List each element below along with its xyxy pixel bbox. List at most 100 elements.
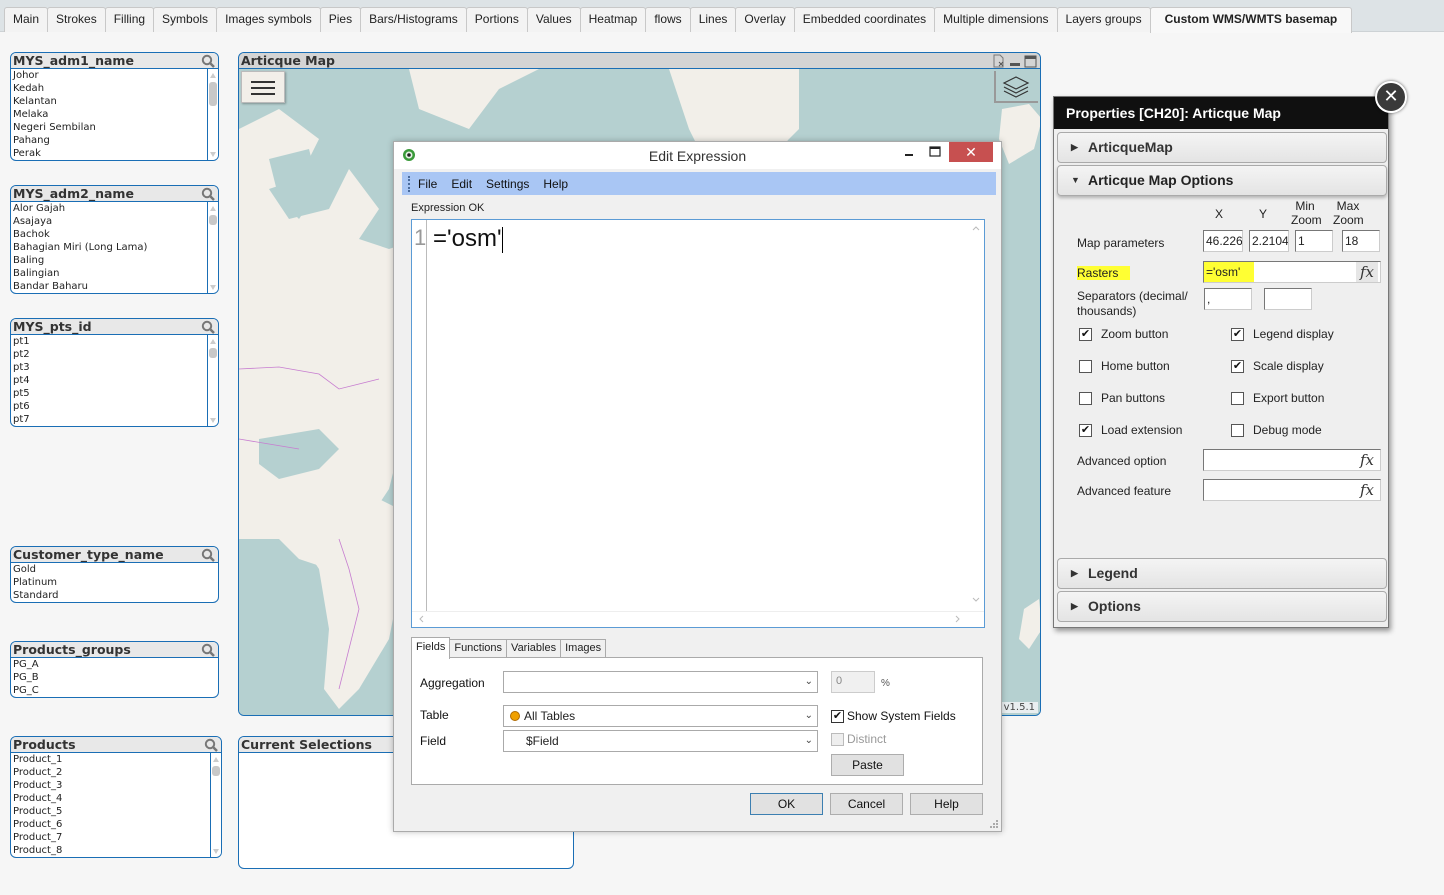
menu-button[interactable] (241, 71, 285, 103)
list-item[interactable]: pt4 (11, 374, 218, 387)
list-item[interactable]: pt6 (11, 400, 218, 413)
list-item[interactable]: Gold (11, 563, 218, 576)
x-input[interactable]: 46.226 (1203, 230, 1243, 252)
listbox-scrollbar[interactable] (207, 335, 218, 426)
search-icon[interactable] (201, 643, 215, 657)
tab-portions[interactable]: Portions (465, 7, 528, 32)
list-item[interactable]: Perak (11, 147, 218, 160)
field-select[interactable]: $Field ⌄ (503, 730, 818, 752)
properties-close-button[interactable]: ✕ (1375, 81, 1407, 113)
listbox-products[interactable]: Products Product_1 Product_2 Product_3 Produ… (10, 736, 222, 858)
checkbox-load-extension[interactable]: ✔ Load extension (1079, 423, 1182, 437)
scroll-up-icon[interactable] (210, 206, 216, 211)
scroll-down-icon[interactable] (210, 285, 216, 290)
list-item[interactable]: Product_4 (11, 792, 221, 805)
scroll-thumb[interactable] (209, 348, 217, 358)
listbox-header[interactable]: MYS_pts_id (11, 319, 218, 335)
scroll-up-icon[interactable] (210, 339, 216, 344)
advanced-option-input[interactable]: fx (1203, 449, 1381, 471)
fx-icon[interactable]: fx (1356, 480, 1378, 500)
fx-icon[interactable]: fx (1356, 450, 1378, 470)
list-item[interactable]: Alor Gajah (11, 202, 218, 215)
tab-layers-groups[interactable]: Layers groups (1056, 7, 1151, 32)
tab-images[interactable]: Images (560, 639, 607, 658)
listbox-scrollbar[interactable] (207, 69, 218, 160)
checkbox-export-button[interactable]: Export button (1231, 391, 1324, 405)
ok-button[interactable]: OK (750, 793, 823, 815)
checkbox-legend-display[interactable]: ✔ Legend display (1231, 327, 1334, 341)
distinct-checkbox[interactable]: Distinct (831, 732, 886, 746)
list-item[interactable]: Pahang (11, 134, 218, 147)
list-item[interactable]: pt2 (11, 348, 218, 361)
tab-flows[interactable]: flows (645, 7, 691, 32)
search-icon[interactable] (204, 738, 218, 752)
menu-edit[interactable]: Edit (451, 177, 472, 191)
list-item[interactable]: Kelantan (11, 95, 218, 108)
tab-overlay[interactable]: Overlay (735, 7, 795, 32)
list-item[interactable]: Kedah (11, 82, 218, 95)
listbox-header[interactable]: Products_groups (11, 642, 218, 658)
menu-help[interactable]: Help (543, 177, 568, 191)
tab-functions[interactable]: Functions (449, 639, 508, 658)
list-item[interactable]: Negeri Sembilan (11, 121, 218, 134)
list-item[interactable]: Product_2 (11, 766, 221, 779)
list-item[interactable]: Bahagian Miri (Long Lama) (11, 241, 218, 254)
checkbox-scale-display[interactable]: ✔ Scale display (1231, 359, 1324, 373)
list-item[interactable]: Platinum (11, 576, 218, 589)
checkbox-debug-mode[interactable]: Debug mode (1231, 423, 1322, 437)
listbox-scrollbar[interactable] (207, 202, 218, 293)
list-item[interactable]: Product_1 (11, 753, 221, 766)
tab-heatmap[interactable]: Heatmap (579, 7, 647, 32)
list-item[interactable]: Bandar Baharu (11, 280, 218, 293)
maximize-icon[interactable] (1024, 55, 1037, 68)
list-item[interactable]: Bachok (11, 228, 218, 241)
section-legend[interactable]: ▶ Legend (1057, 558, 1387, 589)
dialog-titlebar[interactable]: Edit Expression ✕ (394, 142, 1001, 169)
min-zoom-input[interactable]: 1 (1295, 230, 1333, 252)
list-item[interactable]: PG_B (11, 671, 218, 684)
clear-icon[interactable] (992, 54, 1006, 68)
list-item[interactable]: pt5 (11, 387, 218, 400)
listbox-header[interactable]: MYS_adm2_name (11, 186, 218, 202)
table-select[interactable]: All Tables ⌄ (503, 705, 818, 727)
list-item[interactable]: Product_3 (11, 779, 221, 792)
scroll-down-icon[interactable] (210, 418, 216, 423)
checkbox-pan-buttons[interactable]: Pan buttons (1079, 391, 1165, 405)
aggregation-select[interactable]: ⌄ (503, 671, 818, 693)
expression-editor[interactable]: 1 ='osm' (411, 219, 985, 628)
max-zoom-input[interactable]: 18 (1342, 230, 1380, 252)
scroll-up-icon[interactable] (213, 757, 219, 762)
scroll-thumb[interactable] (209, 82, 217, 106)
listbox-header[interactable]: Products (11, 737, 221, 753)
search-icon[interactable] (201, 320, 215, 334)
scroll-up-icon[interactable] (210, 73, 216, 78)
section-options[interactable]: ▶ Options (1057, 591, 1387, 622)
listbox-customer-type-name[interactable]: Customer_type_name Gold Platinum Standard (10, 546, 219, 603)
listbox-header[interactable]: MYS_adm1_name (11, 53, 218, 69)
scroll-down-icon[interactable] (210, 152, 216, 157)
listbox-mys-adm1-name[interactable]: MYS_adm1_name Johor Kedah Kelantan Melaka Neg… (10, 52, 219, 161)
section-articque-map-options[interactable]: ▼ Articque Map Options (1057, 165, 1387, 196)
cancel-button[interactable]: Cancel (830, 793, 903, 815)
list-item[interactable]: PG_C (11, 684, 218, 697)
advanced-feature-input[interactable]: fx (1203, 479, 1381, 501)
menu-file[interactable]: File (418, 177, 437, 191)
listbox-mys-pts-id[interactable]: MYS_pts_id pt1 pt2 pt3 pt4 pt5 pt6 pt7 (10, 318, 219, 427)
list-item[interactable]: pt3 (11, 361, 218, 374)
tab-fields[interactable]: Fields (411, 637, 451, 659)
listbox-products-groups[interactable]: Products_groups PG_A PG_B PG_C (10, 641, 219, 698)
tab-lines[interactable]: Lines (689, 7, 737, 32)
y-input[interactable]: 2.2104 (1249, 230, 1289, 252)
dialog-close-button[interactable]: ✕ (949, 142, 993, 162)
list-item[interactable]: Product_6 (11, 818, 221, 831)
tab-values[interactable]: Values (526, 7, 581, 32)
editor-horizontal-scrollbar[interactable] (412, 611, 984, 627)
minimize-icon[interactable] (1009, 55, 1021, 67)
tab-bars-histograms[interactable]: Bars/Histograms (360, 7, 467, 32)
dialog-minimize-button[interactable] (899, 144, 919, 160)
list-item[interactable]: pt7 (11, 413, 218, 426)
listbox-header[interactable]: Customer_type_name (11, 547, 218, 563)
list-item[interactable]: Balingian (11, 267, 218, 280)
rasters-input[interactable]: ='osm' fx (1203, 261, 1381, 283)
resize-grip-icon[interactable] (989, 819, 999, 829)
